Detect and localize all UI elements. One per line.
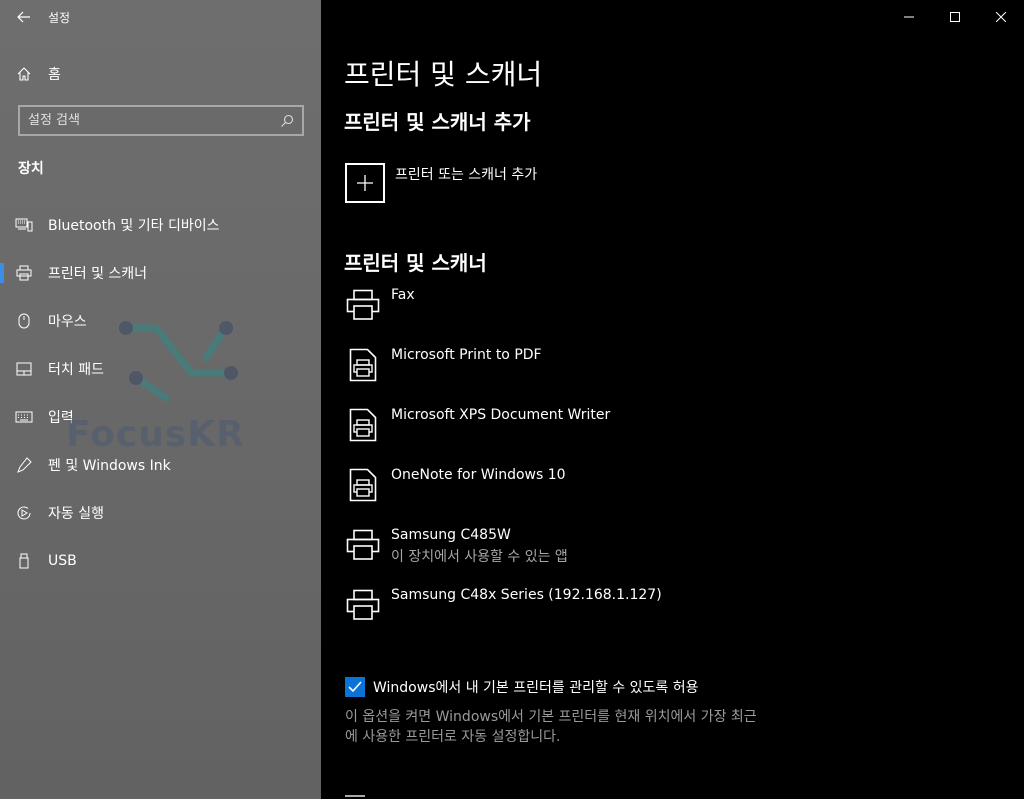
sidebar-item-label: Bluetooth 및 기타 디바이스 — [48, 218, 220, 234]
pen-icon — [0, 457, 48, 473]
autoplay-icon — [0, 505, 48, 521]
document-printer-icon — [345, 345, 381, 385]
sidebar-item-label: USB — [48, 553, 77, 569]
description-line: 이 옵션을 켜면 Windows에서 기본 프린터를 현재 위치에서 가장 최근 — [345, 709, 757, 725]
option-description: 이 옵션을 켜면 Windows에서 기본 프린터를 현재 위치에서 가장 최근… — [345, 707, 795, 747]
back-button[interactable] — [0, 0, 48, 34]
sidebar-item-label: 마우스 — [48, 314, 87, 330]
sidebar-item-autoplay[interactable]: 자동 실행 — [0, 489, 321, 537]
keyboard-icon — [0, 411, 48, 423]
printer-icon — [345, 585, 381, 625]
printer-name: OneNote for Windows 10 — [391, 467, 566, 483]
touchpad-icon — [0, 362, 48, 376]
maximize-icon — [950, 12, 960, 22]
printer-name: Microsoft XPS Document Writer — [391, 407, 611, 423]
printer-name: Samsung C485W — [391, 527, 511, 543]
description-line: 에 사용한 프린터로 자동 설정합니다. — [345, 729, 561, 745]
page-title: 프린터 및 스캐너 — [344, 58, 543, 91]
list-item[interactable]: Microsoft XPS Document Writer — [345, 405, 945, 465]
sidebar-item-printers[interactable]: 프린터 및 스캐너 — [0, 249, 321, 297]
nav-list: Bluetooth 및 기타 디바이스 프린터 및 스캐너 마우스 터치 패드 … — [0, 201, 321, 585]
sidebar-item-label: 터치 패드 — [48, 362, 104, 378]
search-icon — [281, 114, 294, 127]
add-section-title: 프린터 및 스캐너 추가 — [344, 110, 531, 134]
close-icon — [996, 12, 1006, 22]
sidebar-item-mouse[interactable]: 마우스 — [0, 297, 321, 345]
list-item[interactable]: OneNote for Windows 10 — [345, 465, 945, 525]
sidebar-item-usb[interactable]: USB — [0, 537, 321, 585]
printer-icon — [345, 285, 381, 325]
printer-name: Samsung C48x Series (192.168.1.127) — [391, 587, 662, 603]
list-item[interactable]: Samsung C485W 이 장치에서 사용할 수 있는 앱 — [345, 525, 945, 585]
sidebar-item-bluetooth[interactable]: Bluetooth 및 기타 디바이스 — [0, 201, 321, 249]
add-printer-label: 프린터 또는 스캐너 추가 — [395, 167, 538, 183]
sidebar-item-touchpad[interactable]: 터치 패드 — [0, 345, 321, 393]
checkbox-label: Windows에서 내 기본 프린터를 관리할 수 있도록 허용 — [373, 680, 699, 696]
home-icon — [0, 66, 48, 82]
sidebar-item-typing[interactable]: 입력 — [0, 393, 321, 441]
document-printer-icon — [345, 405, 381, 445]
printer-list: Fax Microsoft Print to PDF Microsoft XPS… — [345, 285, 945, 645]
close-button[interactable] — [978, 0, 1024, 34]
minimize-icon — [904, 16, 914, 18]
search-input[interactable] — [28, 113, 280, 128]
printer-icon — [0, 265, 48, 281]
next-checkbox-partial[interactable] — [345, 795, 365, 799]
minimize-button[interactable] — [886, 0, 932, 34]
list-item[interactable]: Microsoft Print to PDF — [345, 345, 945, 405]
sidebar-item-home[interactable]: 홈 — [0, 58, 321, 90]
mouse-icon — [0, 313, 48, 329]
app-title: 설정 — [48, 10, 71, 25]
bluetooth-devices-icon — [0, 217, 48, 233]
list-item[interactable]: Fax — [345, 285, 945, 345]
printer-name: Fax — [391, 287, 415, 303]
sidebar-item-pen[interactable]: 펜 및 Windows Ink — [0, 441, 321, 489]
section-heading: 장치 — [18, 161, 44, 177]
printer-name: Microsoft Print to PDF — [391, 347, 542, 363]
default-printer-checkbox[interactable] — [345, 677, 365, 697]
default-printer-checkbox-row: Windows에서 내 기본 프린터를 관리할 수 있도록 허용 — [345, 677, 699, 697]
title-bar: 설정 — [0, 0, 321, 34]
printer-icon — [345, 525, 381, 565]
arrow-left-icon — [17, 11, 30, 23]
maximize-button[interactable] — [932, 0, 978, 34]
main-pane: 프린터 및 스캐너 프린터 및 스캐너 추가 프린터 또는 스캐너 추가 프린터… — [321, 0, 1024, 799]
sidebar: 설정 홈 장치 Bluetooth 및 기타 디바이스 프린터 및 스캐너 — [0, 0, 321, 799]
window-controls — [886, 0, 1024, 34]
add-printer-button[interactable]: 프린터 또는 스캐너 추가 — [345, 163, 537, 203]
sidebar-item-label: 프린터 및 스캐너 — [48, 266, 148, 282]
printer-list-title: 프린터 및 스캐너 — [344, 251, 487, 275]
printer-subtitle: 이 장치에서 사용할 수 있는 앱 — [391, 549, 568, 565]
search-box[interactable] — [18, 105, 304, 136]
list-item[interactable]: Samsung C48x Series (192.168.1.127) — [345, 585, 945, 645]
checkmark-icon — [348, 681, 362, 693]
usb-icon — [0, 553, 48, 569]
home-label: 홈 — [48, 67, 61, 83]
sidebar-item-label: 펜 및 Windows Ink — [48, 458, 171, 474]
plus-icon — [345, 163, 385, 203]
sidebar-item-label: 입력 — [48, 410, 74, 426]
sidebar-item-label: 자동 실행 — [48, 506, 104, 522]
document-printer-icon — [345, 465, 381, 505]
